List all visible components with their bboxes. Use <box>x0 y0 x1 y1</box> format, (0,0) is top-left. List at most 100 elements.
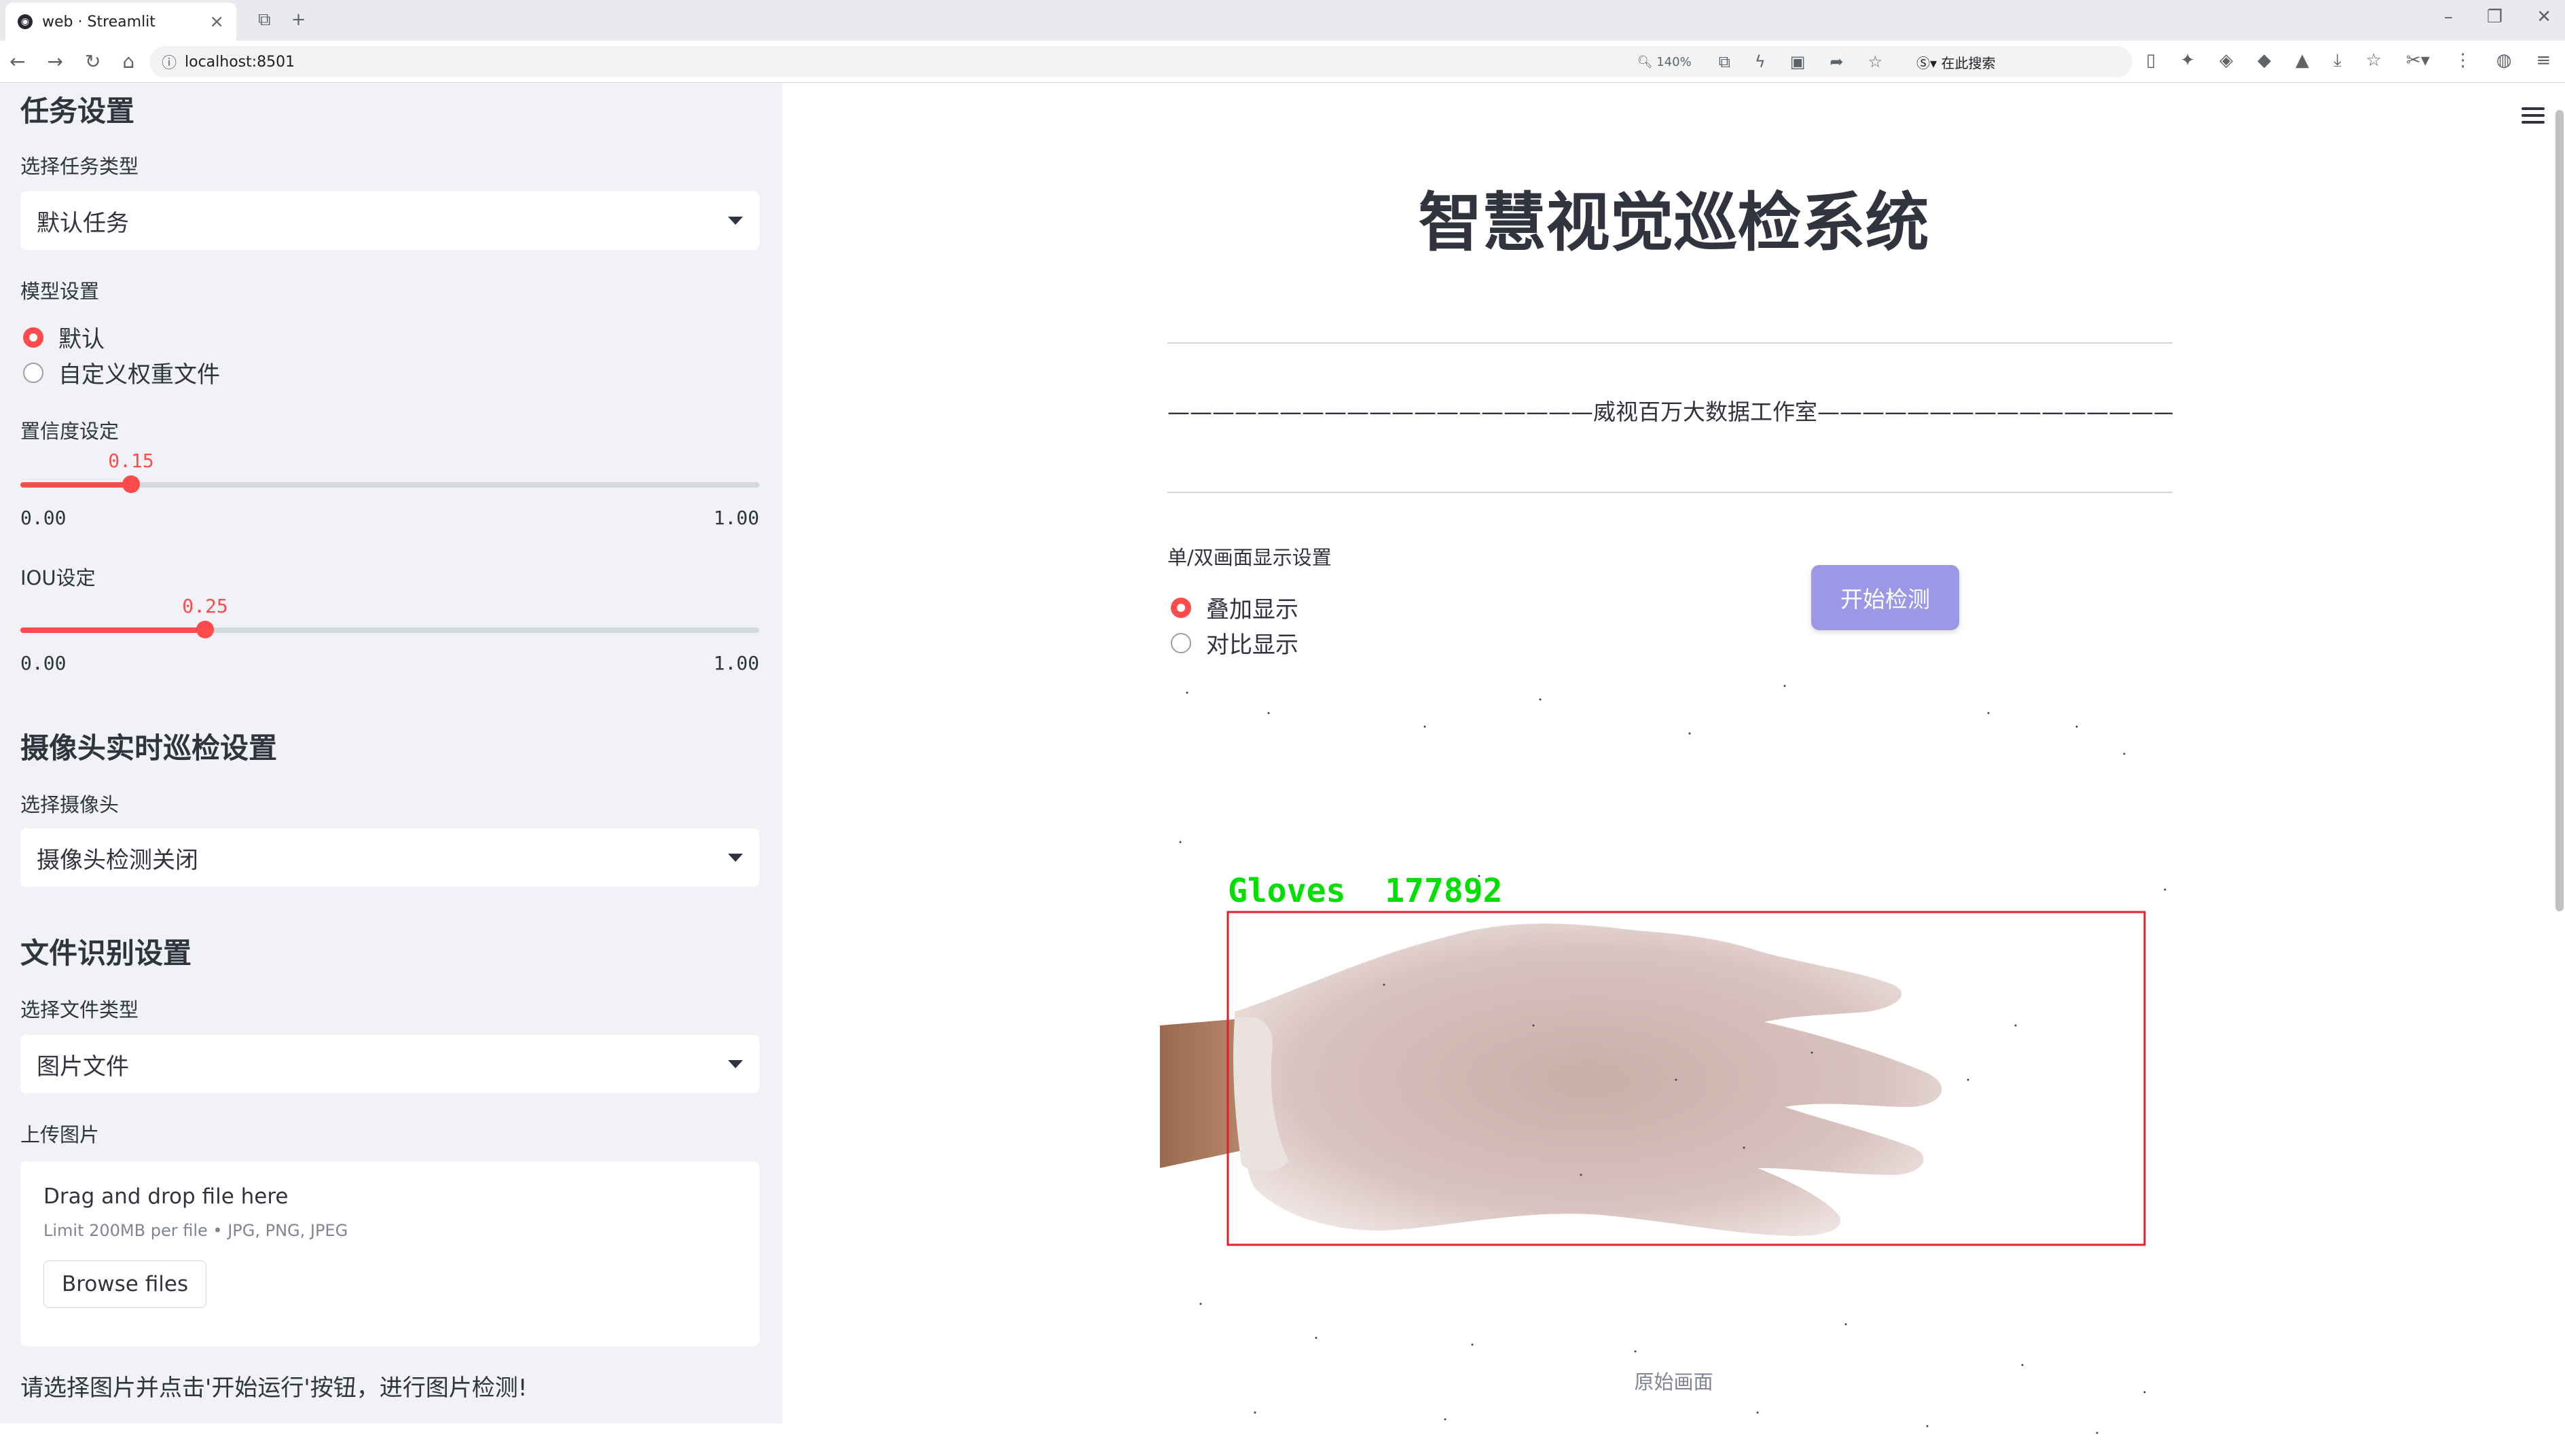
slider-thumb[interactable] <box>122 475 140 493</box>
extension-1-icon[interactable]: ✦ <box>2180 50 2195 71</box>
display-radio-compare[interactable]: 对比显示 <box>1171 626 1298 659</box>
model-radio-default[interactable]: 默认 <box>23 321 105 354</box>
drag-drop-text: Drag and drop file here <box>43 1184 289 1209</box>
extension-4-icon[interactable]: ▲ <box>2295 50 2309 71</box>
lightning-icon[interactable]: ϟ <box>1755 52 1766 71</box>
model-settings-label: 模型设置 <box>20 280 100 303</box>
camera-label: 选择摄像头 <box>20 793 120 816</box>
radio-selected-icon <box>1171 597 1191 618</box>
detection-label: Gloves 177892 <box>1228 872 1503 910</box>
task-type-select[interactable]: 默认任务 <box>20 192 759 250</box>
slider-max: 1.00 <box>713 652 759 674</box>
radio-unselected-icon <box>23 362 43 383</box>
sidebar-hint-text: 请选择图片并点击'开始运行'按钮，进行图片检测! <box>20 1375 528 1402</box>
tab-close-icon[interactable]: × <box>209 12 224 32</box>
upload-label: 上传图片 <box>20 1123 100 1146</box>
favorites-icon[interactable]: ☆ <box>2366 50 2382 71</box>
cut-icon[interactable]: ✂▾ <box>2406 50 2430 71</box>
slider-value: 0.15 <box>108 450 154 472</box>
browser-toolbar: ← → ↻ ⌂ ⓘ localhost:8501 🔍︎ 140% ⧉ ϟ ▣ ➦… <box>0 41 2565 83</box>
browser-tab-bar: ◉ web · Streamlit × ⧉ + – ❐ ✕ <box>0 0 2565 41</box>
file-type-label: 选择文件类型 <box>20 998 139 1021</box>
streamlit-favicon-icon: ◉ <box>18 14 33 29</box>
image-caption: 原始画面 <box>1634 1370 1713 1394</box>
extension-3-icon[interactable]: ◆ <box>2257 50 2271 71</box>
main-content: 智慧视觉巡检系统 ———————————————————威视百万大数据工作室——… <box>782 83 2565 1453</box>
address-bar[interactable]: ⓘ localhost:8501 🔍︎ 140% ⧉ ϟ ▣ ➦ ☆ Ⓢ▾ 在此… <box>149 46 2132 77</box>
bookmark-star-icon[interactable]: ☆ <box>1868 52 1882 71</box>
task-type-value: 默认任务 <box>37 209 129 237</box>
url-text: localhost:8501 <box>185 53 295 71</box>
camera-settings-heading: 摄像头实时巡检设置 <box>20 731 278 765</box>
screenshot-icon[interactable]: ▣ <box>1790 52 1806 71</box>
new-tab-icon[interactable]: + <box>291 10 306 31</box>
search-engine-icon: Ⓢ▾ <box>1916 54 1938 71</box>
translate-icon[interactable]: ⧉ <box>1719 52 1730 71</box>
chevron-down-icon <box>728 217 743 225</box>
slider-min: 0.00 <box>20 652 67 674</box>
chevron-down-icon <box>728 854 743 862</box>
zoom-icon: 🔍︎ <box>1637 54 1653 69</box>
display-mode-label: 单/双画面显示设置 <box>1167 546 1332 569</box>
slider-fill <box>20 482 131 488</box>
detection-image-svg: Gloves 177892 <box>1160 672 2185 1453</box>
divider-top <box>1167 342 2172 344</box>
browse-files-button[interactable]: Browse files <box>43 1260 207 1308</box>
sidebar: 任务设置 选择任务类型 默认任务 模型设置 默认 自定义权重文件 置信度设定 0… <box>0 83 782 1423</box>
zoom-indicator[interactable]: 🔍︎ 140% <box>1637 55 1692 69</box>
camera-value: 摄像头检测关闭 <box>37 846 198 874</box>
menu-dots-icon[interactable]: ⋮ <box>2454 50 2472 71</box>
camera-select[interactable]: 摄像头检测关闭 <box>20 829 759 887</box>
page-title: 智慧视觉巡检系统 <box>1418 186 1929 260</box>
file-settings-heading: 文件识别设置 <box>20 936 192 970</box>
radio-selected-icon <box>23 327 43 348</box>
confidence-label: 置信度设定 <box>20 420 120 443</box>
zoom-value: 140% <box>1656 54 1692 69</box>
divider-bottom <box>1167 492 2172 493</box>
iou-slider[interactable]: 0.25 0.00 1.00 <box>20 595 759 674</box>
detection-image: Gloves 177892 <box>1160 672 2185 1453</box>
browser-menu-icon[interactable]: ≡ <box>2536 50 2551 71</box>
file-type-value: 图片文件 <box>37 1053 129 1080</box>
tab-title: web · Streamlit <box>42 13 156 31</box>
search-engine-label: 在此搜索 <box>1941 54 1996 71</box>
display-option-overlay: 叠加显示 <box>1206 596 1298 623</box>
slider-min: 0.00 <box>20 507 67 529</box>
extension-2-icon[interactable]: ◈ <box>2219 50 2233 71</box>
back-icon[interactable]: ← <box>10 50 25 73</box>
upload-limit-text: Limit 200MB per file • JPG, PNG, JPEG <box>43 1221 348 1240</box>
display-radio-overlay[interactable]: 叠加显示 <box>1171 591 1298 624</box>
download-icon[interactable]: ⤓ <box>2333 50 2342 71</box>
model-option-custom: 自定义权重文件 <box>58 361 220 388</box>
file-uploader[interactable]: Drag and drop file here Limit 200MB per … <box>20 1161 759 1346</box>
task-type-label: 选择任务类型 <box>20 155 139 178</box>
task-settings-heading: 任务设置 <box>20 94 135 128</box>
tab-search-icon[interactable]: ⧉ <box>258 10 271 31</box>
slider-fill <box>20 627 205 633</box>
restore-icon[interactable]: ❐ <box>2487 7 2503 27</box>
close-window-icon[interactable]: ✕ <box>2536 7 2551 27</box>
model-radio-custom[interactable]: 自定义权重文件 <box>23 356 220 389</box>
radio-unselected-icon <box>1171 632 1191 653</box>
slider-thumb[interactable] <box>196 621 214 638</box>
home-icon[interactable]: ⌂ <box>122 50 134 73</box>
share-icon[interactable]: ➦ <box>1830 52 1843 71</box>
browser-tab[interactable]: ◉ web · Streamlit × <box>5 3 236 41</box>
slider-max: 1.00 <box>713 507 759 529</box>
forward-icon[interactable]: → <box>47 50 62 73</box>
display-option-compare: 对比显示 <box>1206 632 1298 659</box>
slider-value: 0.25 <box>182 595 228 617</box>
file-type-select[interactable]: 图片文件 <box>20 1035 759 1093</box>
hamburger-menu-icon[interactable] <box>2522 107 2545 124</box>
search-engine-box[interactable]: Ⓢ▾ 在此搜索 <box>1916 52 2120 72</box>
reload-icon[interactable]: ↻ <box>85 50 101 73</box>
chevron-down-icon <box>728 1060 743 1068</box>
avatar[interactable]: ◍ <box>2496 50 2512 71</box>
confidence-slider[interactable]: 0.15 0.00 1.00 <box>20 450 759 529</box>
site-info-icon[interactable]: ⓘ <box>162 51 177 73</box>
reading-mode-icon[interactable]: ▯ <box>2146 50 2155 71</box>
studio-banner: ———————————————————威视百万大数据工作室———————————… <box>1167 399 2172 425</box>
start-detection-button[interactable]: 开始检测 <box>1811 565 1959 630</box>
model-option-default: 默认 <box>58 326 105 353</box>
minimize-icon[interactable]: – <box>2444 7 2453 27</box>
